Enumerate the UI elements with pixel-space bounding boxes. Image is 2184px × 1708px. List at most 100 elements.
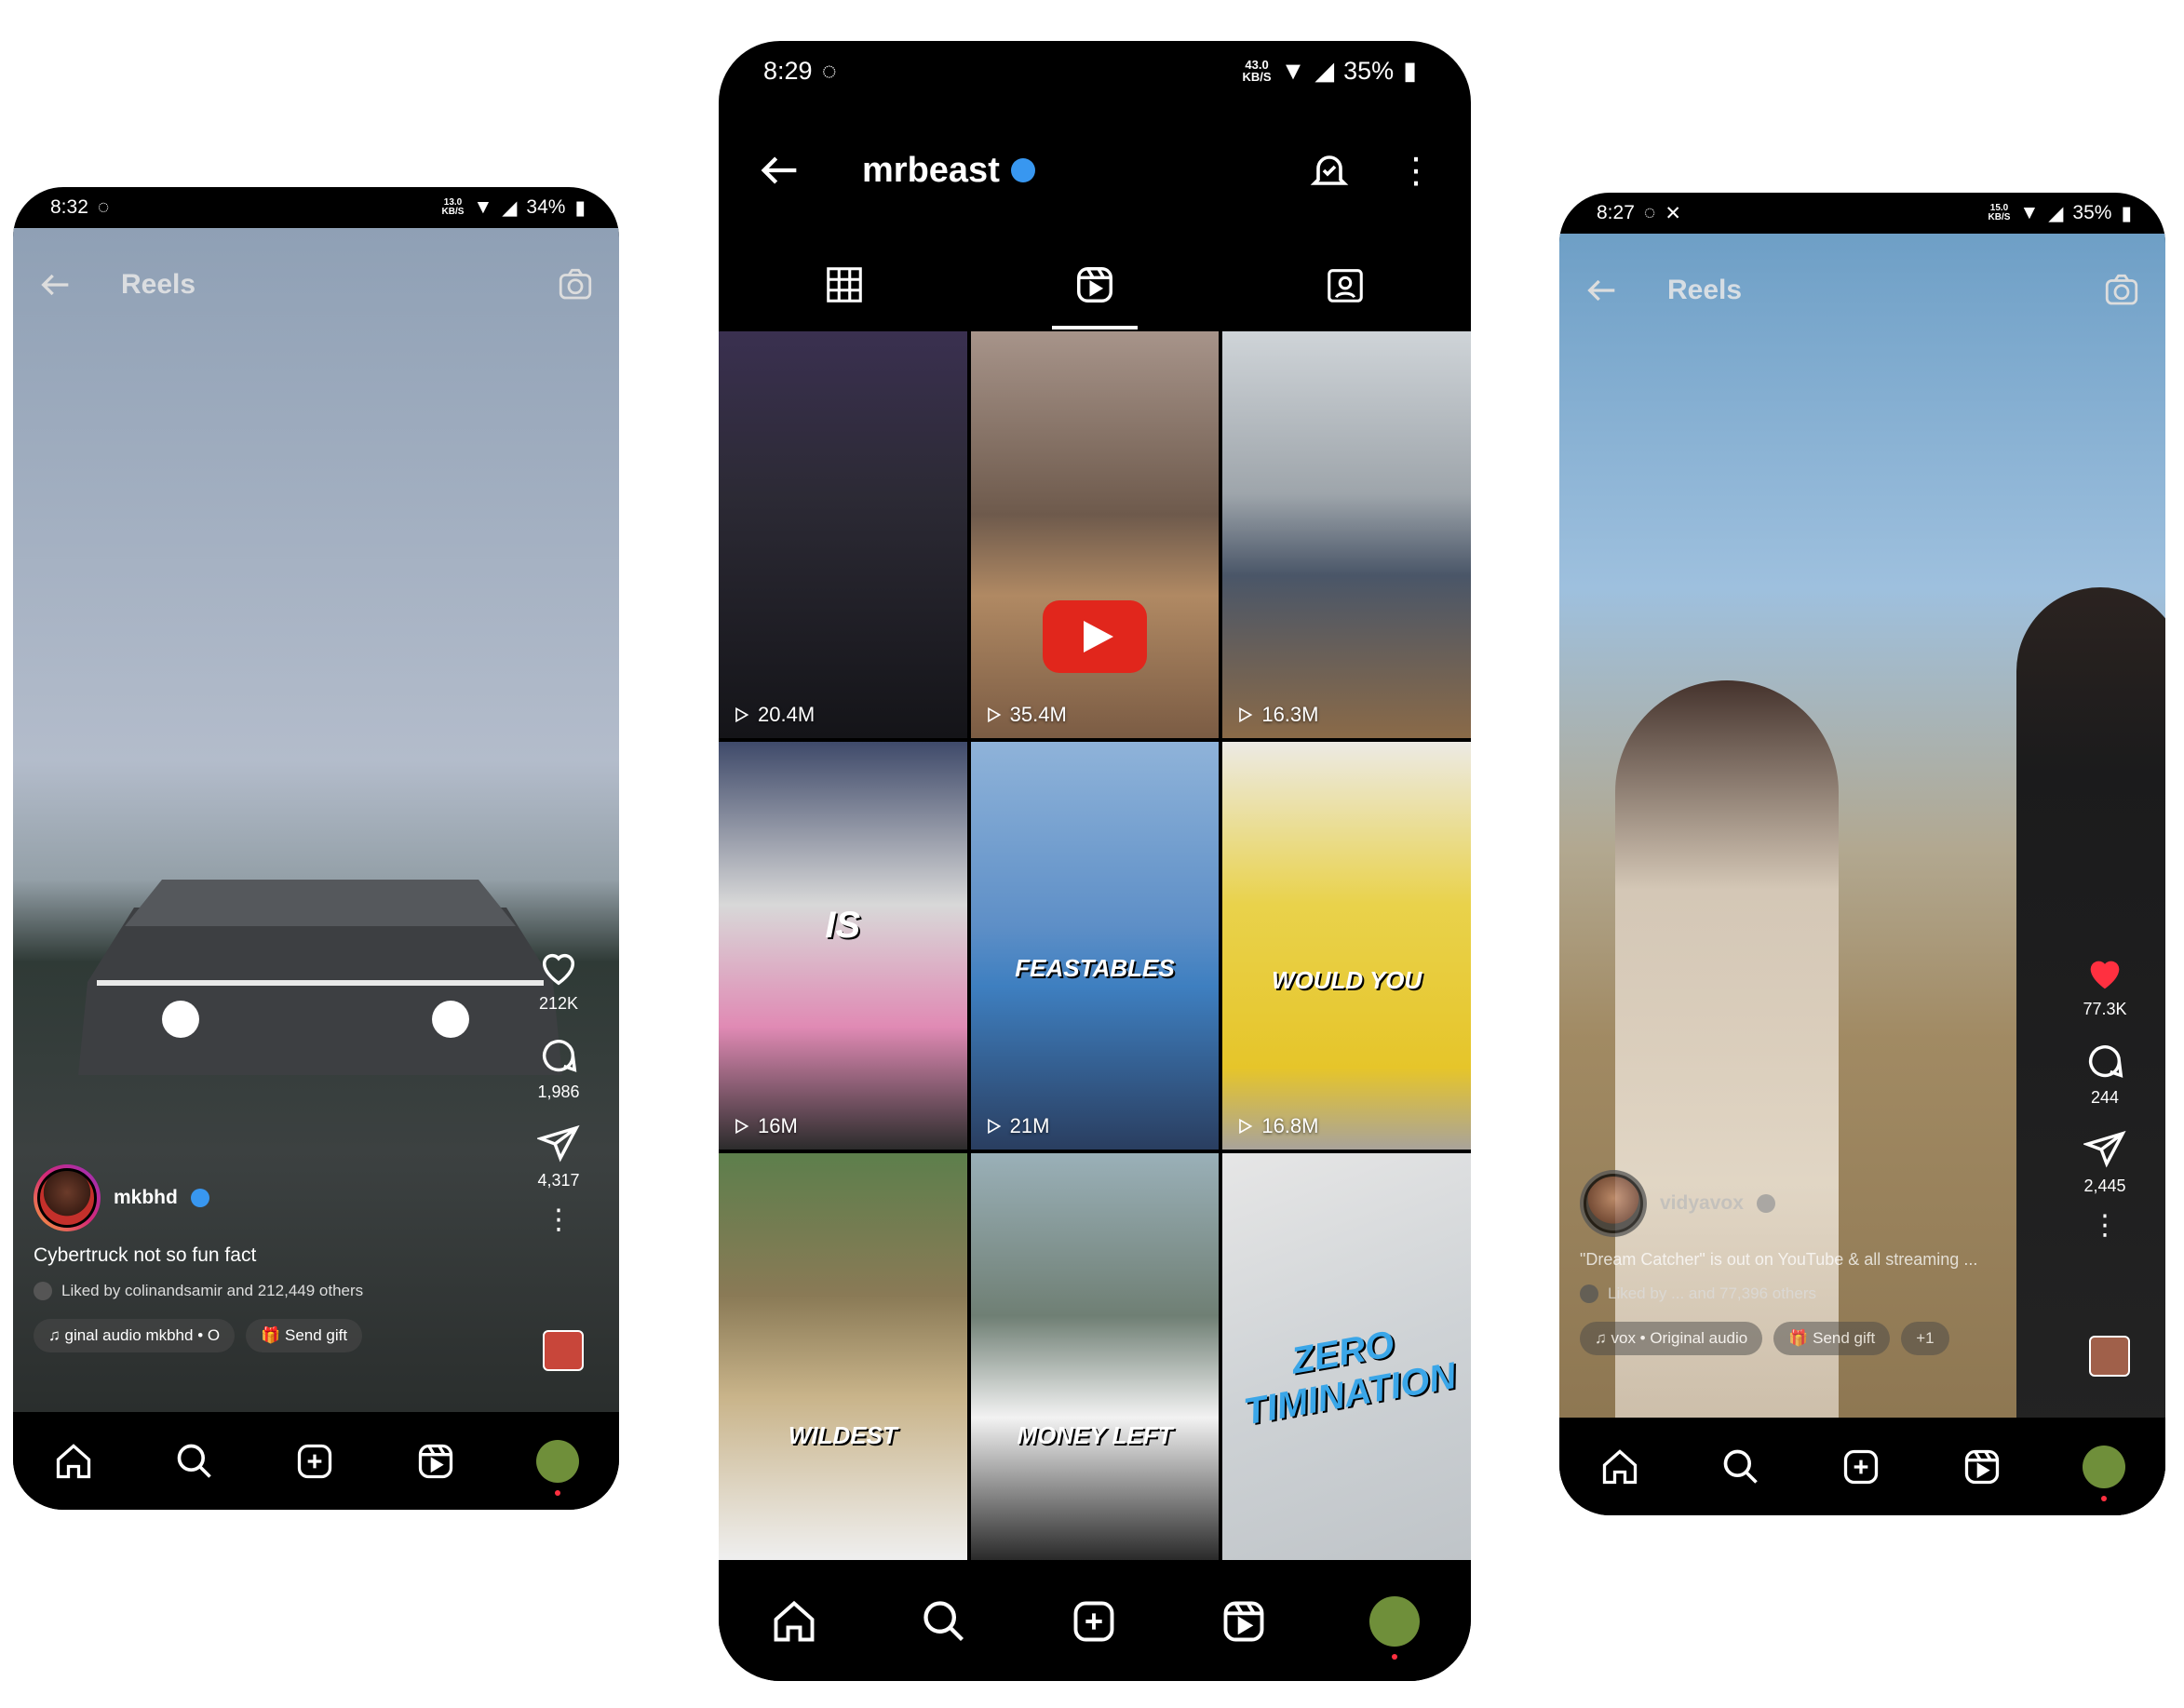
more-options-button[interactable]: ⋮ [2091, 1212, 2119, 1240]
comment-count: 244 [2090, 1088, 2120, 1107]
status-time: 8:32 [50, 196, 88, 218]
notification-dot [1392, 1654, 1398, 1660]
page-title: Reels [1667, 275, 1743, 305]
search-icon[interactable] [920, 1597, 968, 1646]
audio-thumbnail[interactable] [543, 1330, 584, 1371]
send-icon [537, 1124, 580, 1163]
reels-icon[interactable] [415, 1441, 456, 1482]
sync-icon: ◌ [1643, 202, 1656, 223]
play-icon [987, 1118, 1002, 1134]
back-arrow-icon[interactable] [37, 266, 74, 303]
reel-thumbnail[interactable]: ZERO TIMINATION [1222, 1152, 1471, 1560]
wifi-icon: ▼ [2019, 202, 2040, 223]
back-arrow-icon[interactable] [756, 146, 804, 195]
share-button[interactable]: 4,317 [537, 1123, 580, 1190]
thumbnail-text: WILDEST [788, 1421, 897, 1450]
back-arrow-icon[interactable] [1584, 272, 1621, 309]
play-icon [1239, 1118, 1253, 1134]
tab-tagged[interactable] [1220, 240, 1471, 329]
view-count: 21M [984, 1114, 1049, 1138]
search-icon[interactable] [1720, 1446, 1761, 1487]
liked-by: Liked by colinandsamir and 212,449 other… [34, 1282, 517, 1300]
camera-icon[interactable] [2102, 271, 2141, 310]
send-icon [2083, 1130, 2126, 1168]
profile-avatar[interactable] [536, 1439, 580, 1496]
reel-thumbnail[interactable]: WOULD YOU 16.8M [1222, 742, 1471, 1150]
audio-chip[interactable]: ♫ ginal audio mkbhd • O [34, 1319, 236, 1352]
verified-badge-icon [1010, 158, 1035, 182]
view-count: 35.4M [984, 703, 1067, 727]
status-bar: 8:29 ◌ 43.0 KB/S ▼ ◢ 35% ▮ [719, 47, 1471, 95]
more-options-button[interactable]: ⋮ [545, 1206, 573, 1234]
grid-icon [826, 267, 862, 303]
audio-thumbnail[interactable] [2089, 1336, 2130, 1377]
battery-level: 34% [526, 196, 566, 218]
create-icon[interactable] [294, 1441, 335, 1482]
more-options-icon[interactable]: ⋮ [1398, 150, 1434, 192]
play-icon [987, 707, 1002, 723]
youtube-logo-icon [1042, 599, 1147, 673]
comment-button[interactable]: 1,986 [537, 1034, 580, 1102]
play-icon [735, 707, 749, 723]
reel-thumbnail[interactable]: WILDEST [719, 1152, 967, 1560]
like-button[interactable]: 212K [537, 946, 580, 1014]
comment-icon [542, 1040, 577, 1072]
wifi-icon: ▼ [1280, 56, 1306, 85]
profile-tabs [719, 240, 1471, 329]
reels-icon[interactable] [1220, 1597, 1268, 1646]
comment-button[interactable]: 244 [2083, 1040, 2126, 1108]
username[interactable]: mkbhd [114, 1187, 178, 1209]
profile-avatar[interactable] [2083, 1445, 2126, 1501]
reel-thumbnail[interactable]: 35.4M [970, 331, 1220, 739]
battery-icon: ▮ [1403, 56, 1417, 85]
phone-left-reels: 8:32 ◌ 13.0 KB/S ▼ ◢ 34% ▮ Reels 212K 1,… [13, 187, 619, 1510]
liker-avatar [34, 1282, 52, 1300]
reel-thumbnail[interactable]: 20.4M [719, 331, 967, 739]
profile-avatar[interactable] [1369, 1596, 1421, 1660]
comment-icon [2088, 1045, 2123, 1078]
username[interactable]: vidyavox [1660, 1192, 1744, 1215]
network-speed: 43.0 KB/S [1242, 58, 1272, 84]
caption[interactable]: Cybertruck not so fun fact [34, 1244, 517, 1267]
wifi-icon: ▼ [473, 196, 493, 218]
like-button[interactable]: 77.3K [2083, 951, 2127, 1019]
network-speed: 15.0 KB/S [1988, 203, 2011, 222]
view-count: 16M [732, 1114, 798, 1138]
audio-chip[interactable]: ♫ vox • Original audio [1580, 1322, 1763, 1355]
search-icon[interactable] [174, 1441, 215, 1482]
share-button[interactable]: 2,445 [2083, 1128, 2126, 1196]
share-count: 2,445 [2083, 1177, 2126, 1195]
thumbnail-text: ZERO TIMINATION [1241, 1324, 1460, 1433]
create-icon[interactable] [1070, 1597, 1118, 1646]
signal-icon: ◢ [2048, 202, 2064, 224]
send-gift-button[interactable]: 🎁 Send gift [1773, 1322, 1891, 1355]
camera-icon[interactable] [556, 265, 595, 304]
page-title: Reels [121, 269, 196, 300]
reels-icon[interactable] [1962, 1446, 2002, 1487]
avatar[interactable] [34, 1164, 101, 1231]
send-gift-button[interactable]: 🎁 Send gift [246, 1319, 363, 1352]
singer-figure [1615, 680, 1839, 1515]
avatar[interactable] [1580, 1170, 1647, 1237]
reel-thumbnail[interactable]: IS 16M [719, 742, 967, 1150]
view-count: 16.3M [1235, 703, 1318, 727]
reel-thumbnail[interactable]: MONEY LEFT [970, 1152, 1220, 1560]
tab-grid[interactable] [719, 240, 969, 329]
reel-thumbnail[interactable]: FEASTABLES 21M [970, 742, 1220, 1150]
caption[interactable]: "Dream Catcher" is out on YouTube & all … [1580, 1250, 2063, 1270]
home-icon[interactable] [1599, 1446, 1640, 1487]
heart-icon [542, 953, 575, 986]
reel-thumbnail[interactable]: 16.3M [1222, 331, 1471, 739]
view-count: 20.4M [732, 703, 815, 727]
home-icon[interactable] [53, 1441, 94, 1482]
notification-bell-icon[interactable] [1307, 148, 1352, 193]
status-bar: 8:27 ◌ ✕ 15.0 KB/S ▼ ◢ 35% ▮ [1559, 193, 2165, 234]
create-icon[interactable] [1840, 1446, 1881, 1487]
network-speed: 13.0 KB/S [441, 197, 465, 217]
battery-level: 35% [1343, 56, 1395, 85]
tab-reels[interactable] [969, 240, 1220, 329]
extra-chip[interactable]: +1 [1901, 1322, 1949, 1355]
view-count: 16.8M [1235, 1114, 1318, 1138]
share-count: 4,317 [537, 1171, 580, 1190]
home-icon[interactable] [770, 1597, 818, 1646]
